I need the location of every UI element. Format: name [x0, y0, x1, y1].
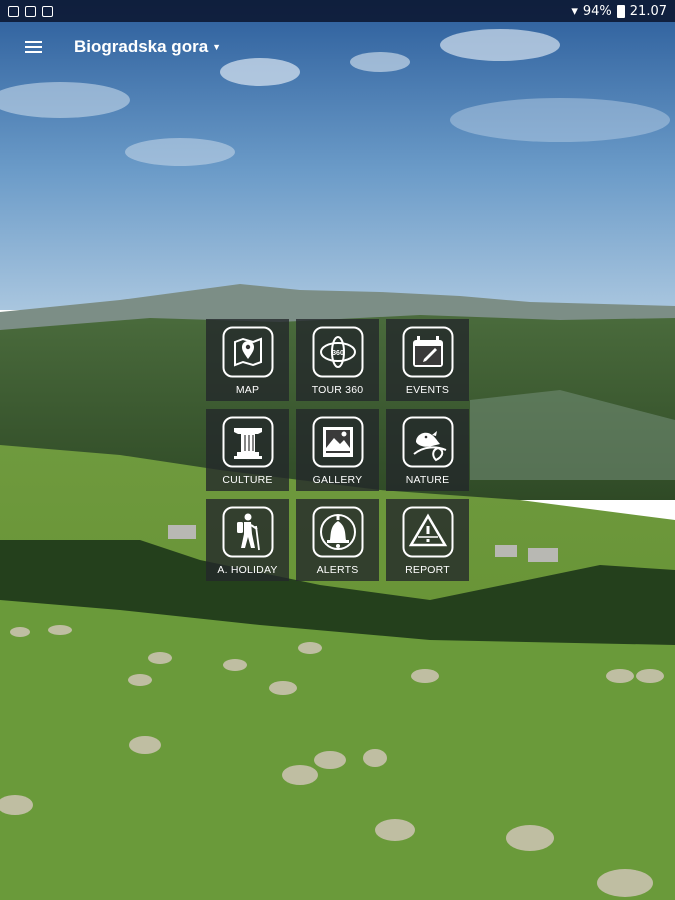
status-right: ▾ 94% 21.07 [571, 4, 667, 19]
page-title: Biogradska gora [74, 37, 209, 56]
tile-label: REPORT [405, 564, 450, 576]
tile-nature[interactable]: NATURE [386, 409, 469, 491]
tile-a-holiday[interactable]: A. HOLIDAY [206, 499, 289, 581]
hamburger-menu-icon[interactable] [25, 32, 55, 62]
hiker-icon [222, 506, 273, 558]
svg-text:360: 360 [332, 350, 344, 357]
menu-grid: MAP 360 TOUR 360 EVENTS CULTURE GALLERY … [206, 319, 469, 581]
tile-label: TOUR 360 [311, 384, 364, 396]
clock: 21.07 [629, 3, 667, 19]
tour-360-icon: 360 [312, 326, 363, 378]
caret-down-icon: ▼ [212, 42, 222, 52]
tile-culture[interactable]: CULTURE [206, 409, 289, 491]
notification-icon [8, 5, 19, 17]
tile-label: EVENTS [405, 384, 450, 396]
tile-alerts[interactable]: ALERTS [296, 499, 379, 581]
tile-gallery[interactable]: GALLERY [296, 409, 379, 491]
battery-percent: 94% [582, 3, 612, 19]
calendar-icon [402, 326, 453, 378]
tile-label: MAP [235, 384, 260, 396]
app-bar: Biogradska gora ▼ [0, 22, 675, 72]
location-dropdown[interactable]: Biogradska gora ▼ [74, 37, 221, 57]
picture-icon [312, 416, 363, 468]
tile-label: ALERTS [316, 564, 359, 576]
tile-label: A. HOLIDAY [217, 564, 278, 576]
tile-events[interactable]: EVENTS [386, 319, 469, 401]
battery-icon [616, 4, 625, 18]
notification-icons [8, 5, 53, 17]
status-bar: ▾ 94% 21.07 [0, 0, 675, 22]
tile-tour-360[interactable]: 360 TOUR 360 [296, 319, 379, 401]
tile-report[interactable]: REPORT [386, 499, 469, 581]
warning-icon [402, 506, 453, 558]
tile-label: GALLERY [312, 474, 363, 486]
tile-label: NATURE [405, 474, 450, 486]
bell-icon [312, 506, 363, 558]
tile-map[interactable]: MAP [206, 319, 289, 401]
bird-icon [402, 416, 453, 468]
tile-label: CULTURE [222, 474, 273, 486]
notification-icon [25, 5, 36, 17]
wifi-icon: ▾ [571, 3, 578, 19]
column-icon [222, 416, 273, 468]
notification-icon [42, 5, 53, 17]
map-pin-icon [222, 326, 273, 378]
